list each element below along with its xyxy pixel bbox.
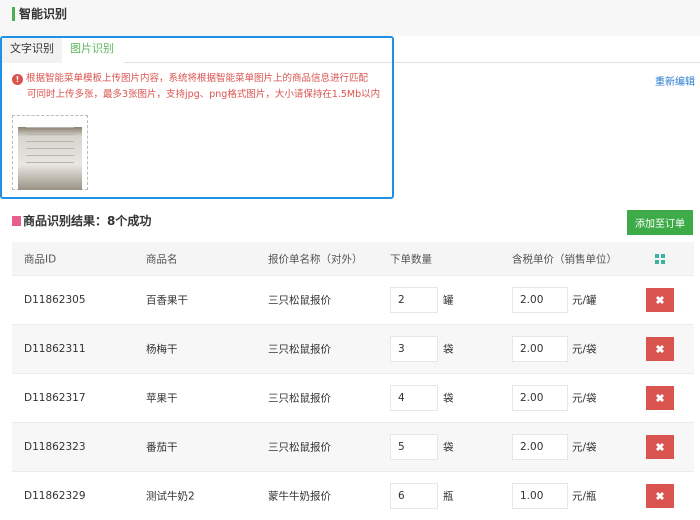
product-id: D11862317 <box>24 392 86 404</box>
price-unit: 元/瓶 <box>572 490 597 503</box>
quantity-input[interactable]: 3 <box>390 336 438 362</box>
header-quote: 报价单名称（对外） <box>268 253 363 265</box>
table-row: D11862317 苹果干 三只松鼠报价 4 袋 2.00 元/袋 ✖ <box>12 373 694 422</box>
price-input[interactable]: 2.00 <box>512 336 568 362</box>
header-name: 商品名 <box>146 253 178 265</box>
product-name: 杨梅干 <box>146 343 178 356</box>
header-price: 含税单价（销售单位） <box>512 253 617 265</box>
product-id: D11862311 <box>24 343 86 355</box>
table-row: D11862305 百香果干 三只松鼠报价 2 罐 2.00 元/罐 ✖ <box>12 275 694 324</box>
quantity-input[interactable]: 4 <box>390 385 438 411</box>
result-title-text: 商品识别结果：8个成功 <box>23 214 152 228</box>
price-input[interactable]: 2.00 <box>512 287 568 313</box>
table-header: 商品ID 商品名 报价单名称（对外） 下单数量 含税单价（销售单位） <box>12 242 694 275</box>
quantity-unit: 瓶 <box>443 490 454 503</box>
price-unit: 元/袋 <box>572 441 597 454</box>
exclamation-icon: ! <box>12 74 23 85</box>
delete-row-button[interactable]: ✖ <box>646 386 674 410</box>
quote-name: 蒙牛牛奶报价 <box>268 490 331 503</box>
table-row: D11862311 杨梅干 三只松鼠报价 3 袋 2.00 元/袋 ✖ <box>12 324 694 373</box>
quantity-input[interactable]: 5 <box>390 434 438 460</box>
product-name: 测试牛奶2 <box>146 490 195 503</box>
product-name: 番茄干 <box>146 441 178 454</box>
price-unit: 元/袋 <box>572 343 597 356</box>
delete-row-button[interactable]: ✖ <box>646 288 674 312</box>
price-input[interactable]: 2.00 <box>512 434 568 460</box>
product-name: 苹果干 <box>146 392 178 405</box>
tab-image-recognition[interactable]: 图片识别 <box>62 38 124 63</box>
quantity-unit: 袋 <box>443 343 454 356</box>
product-id: D11862329 <box>24 490 86 502</box>
quantity-input[interactable]: 2 <box>390 287 438 313</box>
column-settings-icon[interactable] <box>655 254 665 264</box>
header-id: 商品ID <box>24 253 57 265</box>
quote-name: 三只松鼠报价 <box>268 343 331 356</box>
uploaded-image-thumbnail[interactable] <box>12 115 88 190</box>
add-to-order-button[interactable]: 添加至订单 <box>627 210 693 235</box>
price-unit: 元/罐 <box>572 294 597 307</box>
quote-name: 三只松鼠报价 <box>268 392 331 405</box>
price-input[interactable]: 2.00 <box>512 385 568 411</box>
upload-notice: ! 根据智能菜单模板上传图片内容，系统将根据智能菜单图片上的商品信息进行匹配 可同… <box>12 71 380 103</box>
notice-line-1: 根据智能菜单模板上传图片内容，系统将根据智能菜单图片上的商品信息进行匹配 <box>26 73 369 84</box>
table-row: D11862323 番茄干 三只松鼠报价 5 袋 2.00 元/袋 ✖ <box>12 422 694 471</box>
table-row: D11862329 测试牛奶2 蒙牛牛奶报价 6 瓶 1.00 元/瓶 ✖ <box>12 471 694 520</box>
result-table: 商品ID 商品名 报价单名称（对外） 下单数量 含税单价（销售单位） D1186… <box>12 242 694 520</box>
delete-row-button[interactable]: ✖ <box>646 337 674 361</box>
quantity-unit: 袋 <box>443 441 454 454</box>
product-id: D11862305 <box>24 294 86 306</box>
recognition-panel: 文字识别 图片识别 ! 根据智能菜单模板上传图片内容，系统将根据智能菜单图片上的商… <box>0 36 394 199</box>
product-id: D11862323 <box>24 441 86 453</box>
tab-text-recognition[interactable]: 文字识别 <box>2 38 62 63</box>
price-unit: 元/袋 <box>572 392 597 405</box>
result-title: 商品识别结果：8个成功 <box>12 212 151 229</box>
quote-name: 三只松鼠报价 <box>268 294 331 307</box>
quantity-unit: 袋 <box>443 392 454 405</box>
notice-line-2: 可同时上传多张，最多3张图片，支持jpg、png格式图片，大小请保持在1.5Mb… <box>27 89 381 100</box>
delete-row-button[interactable]: ✖ <box>646 435 674 459</box>
product-name: 百香果干 <box>146 294 188 307</box>
reedit-link[interactable]: 重新编辑 <box>655 73 695 88</box>
title-marker-icon <box>12 216 21 226</box>
page-title: 智能识别 <box>12 7 67 21</box>
price-input[interactable]: 1.00 <box>512 483 568 509</box>
quantity-unit: 罐 <box>443 294 454 307</box>
page-header: 智能识别 <box>0 0 700 36</box>
menu-photo <box>18 127 82 190</box>
quote-name: 三只松鼠报价 <box>268 441 331 454</box>
delete-row-button[interactable]: ✖ <box>646 484 674 508</box>
header-qty: 下单数量 <box>390 253 432 265</box>
quantity-input[interactable]: 6 <box>390 483 438 509</box>
